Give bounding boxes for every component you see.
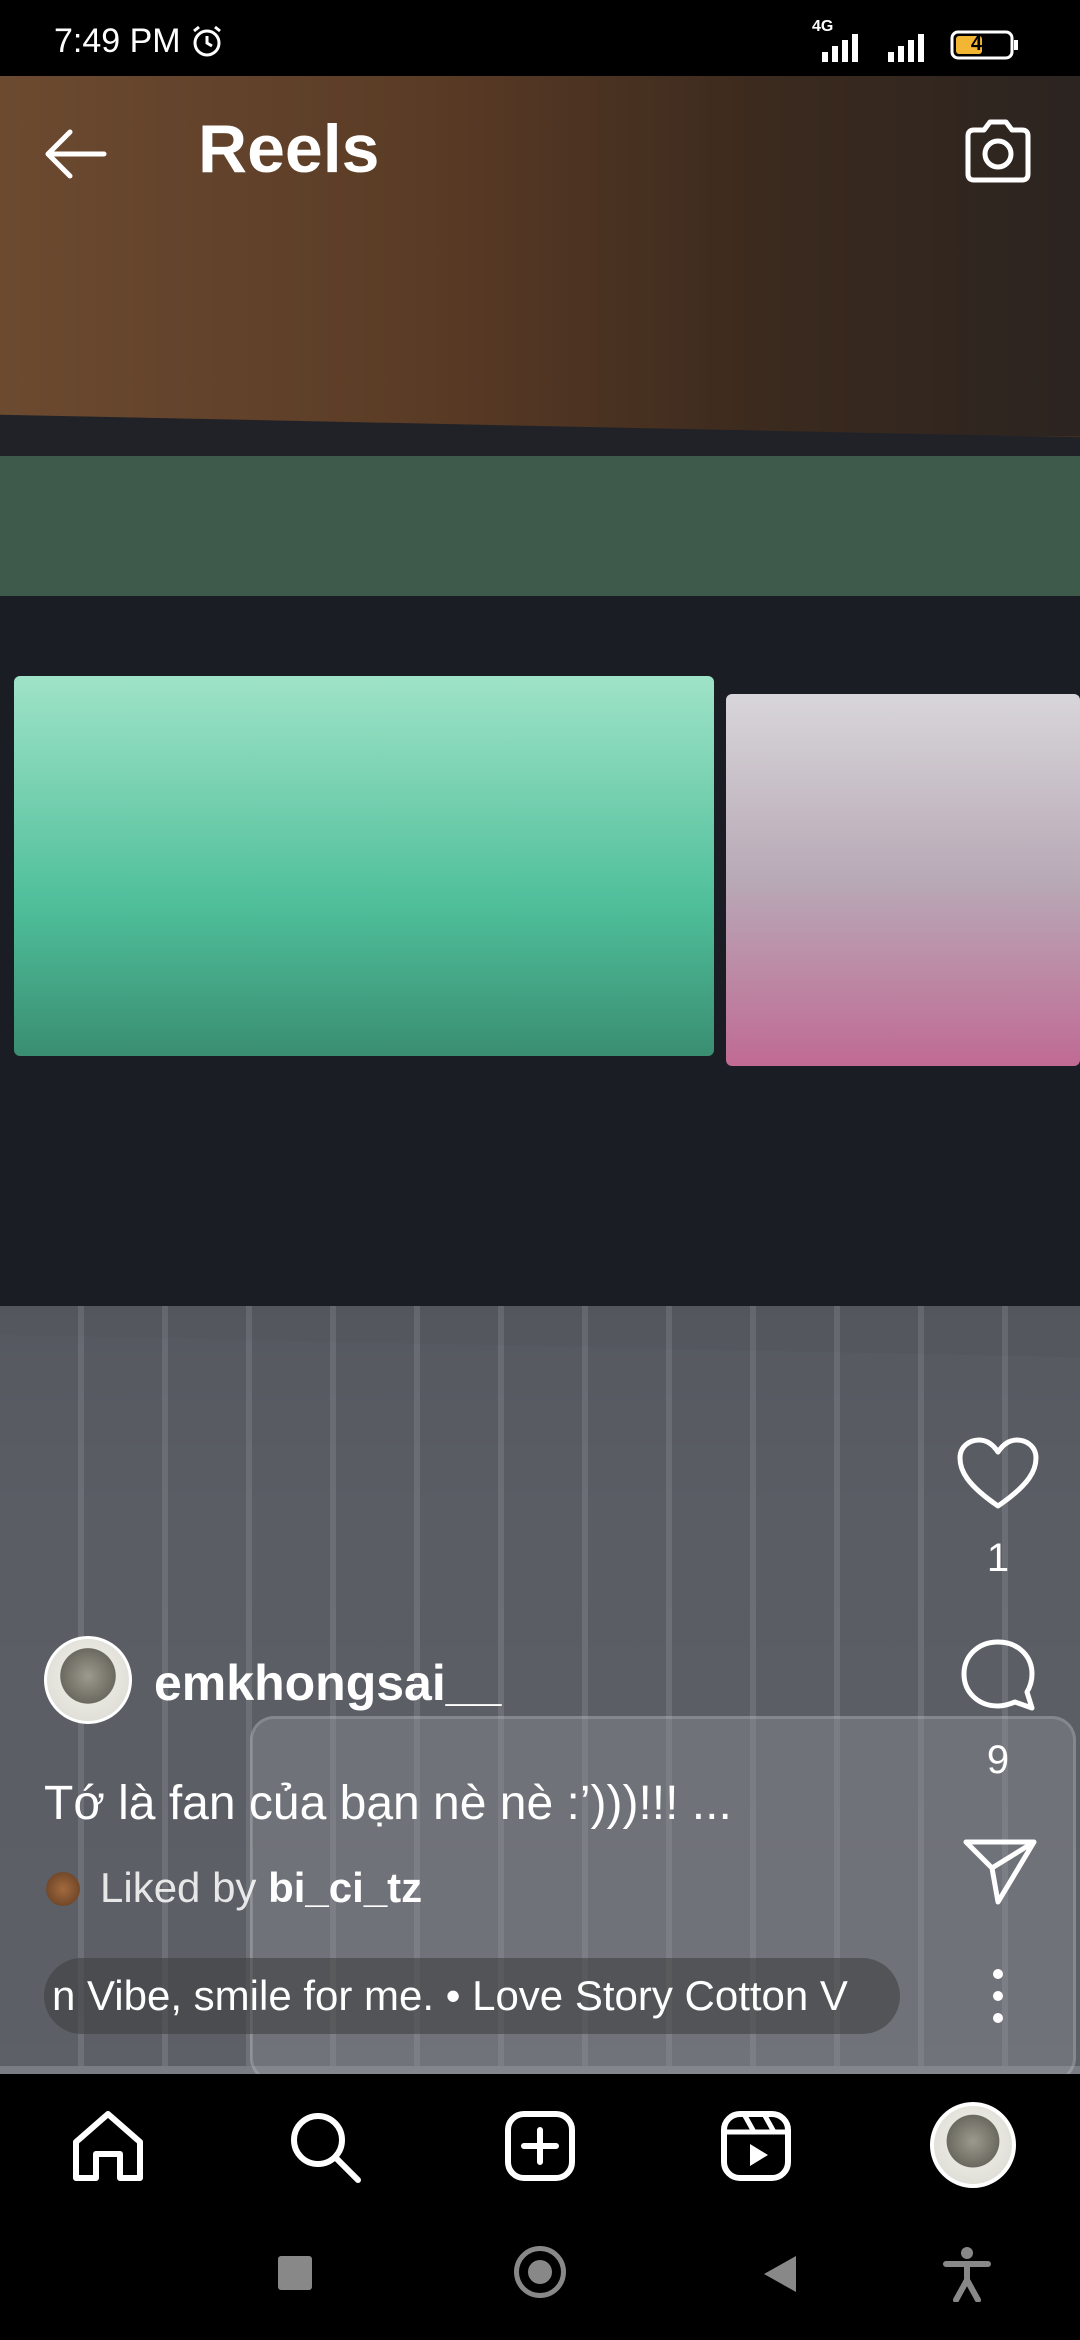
system-nav (0, 2216, 1080, 2340)
post-caption[interactable]: Tớ là fan của bạn nè nè :’)))!!! ... (44, 1776, 732, 1831)
author-username[interactable]: emkhongsai__ (154, 1654, 501, 1712)
like-count: 1 (986, 1536, 1010, 1580)
recent-apps-icon[interactable] (278, 2256, 312, 2290)
signal-icon-secondary (888, 34, 924, 62)
video-participant-tile (14, 676, 714, 1056)
camera-icon[interactable] (962, 118, 1034, 184)
page-title: Reels (198, 111, 380, 187)
accessibility-icon[interactable] (942, 2246, 992, 2302)
comment-bubble-icon[interactable] (958, 1636, 1038, 1716)
search-icon[interactable] (282, 2104, 366, 2188)
signal-icon (822, 34, 858, 62)
paper-plane-icon[interactable] (962, 1836, 1038, 1906)
comment-count: 9 (986, 1738, 1010, 1782)
liked-by-prefix: Liked by (100, 1864, 269, 1911)
audio-track-text: n Vibe, smile for me. • Love Story Cotto… (52, 1972, 848, 2019)
profile-avatar[interactable] (930, 2102, 1016, 2188)
reel-video[interactable] (0, 76, 1080, 2074)
reels-icon[interactable] (714, 2104, 798, 2188)
heart-icon[interactable] (956, 1436, 1040, 1512)
video-participant-tile (726, 694, 1080, 1066)
video-background (0, 76, 1080, 436)
home-icon[interactable] (66, 2104, 150, 2188)
vertical-dots-icon[interactable] (980, 1966, 1016, 2026)
system-home-icon[interactable] (514, 2246, 566, 2298)
author-avatar[interactable] (44, 1636, 132, 1724)
system-back-icon[interactable] (760, 2252, 800, 2296)
alarm-icon (193, 25, 221, 57)
bottom-nav (0, 2074, 1080, 2216)
liked-by-user[interactable]: bi_ci_tz (268, 1864, 422, 1911)
create-icon[interactable] (498, 2104, 582, 2188)
status-time: 7:49 PM (54, 22, 181, 60)
battery-level: 46 (970, 33, 994, 55)
audio-track-pill[interactable]: n Vibe, smile for me. • Love Story Cotto… (44, 1958, 900, 2034)
arrow-left-icon[interactable] (40, 124, 110, 184)
status-bar: 7:49 PM 4G 46 (0, 0, 1080, 76)
video-browser-bar (0, 456, 1080, 596)
liked-by[interactable]: Liked by bi_ci_tz (100, 1864, 422, 1912)
liker-avatar (46, 1872, 80, 1906)
